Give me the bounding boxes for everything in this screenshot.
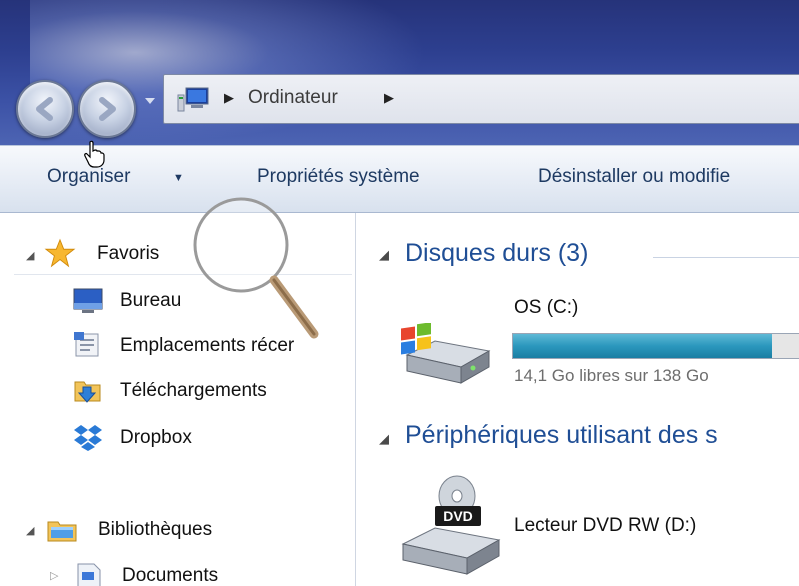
recent-pages-dropdown-icon[interactable] (143, 94, 157, 108)
uninstall-program-button[interactable]: Désinstaller ou modifie (538, 166, 730, 188)
downloads-folder-icon (74, 381, 101, 403)
organiser-button[interactable]: Organiser (47, 166, 130, 188)
dvd-drive-label: Lecteur DVD RW (D:) (514, 515, 697, 536)
drive-c-item[interactable]: OS (C:) 14,1 Go libres sur 138 Go (357, 283, 799, 393)
command-bar: Organiser ▼ Propriétés système Désinstal… (0, 145, 799, 213)
drive-c-free-space: 14,1 Go libres sur 138 Go (514, 366, 709, 385)
nav-item-dropbox[interactable]: Dropbox (72, 418, 352, 458)
nav-item-bureau[interactable]: Bureau (72, 281, 352, 321)
content-pane: ◢ Disques durs (3) OS (C:) 14,1 Go libre… (357, 213, 799, 586)
collapse-arrow-icon[interactable]: ◢ (26, 249, 34, 262)
nav-item-label: Emplacements récer (120, 335, 295, 356)
hand-cursor-icon (84, 140, 105, 168)
breadcrumb-separator-icon[interactable]: ▶ (384, 91, 394, 106)
documents-icon (77, 563, 101, 586)
hard-drive-windows-icon (401, 323, 491, 384)
nav-favoris-label: Favoris (97, 243, 160, 264)
address-bar[interactable]: ▶ Ordinateur ▶ (163, 74, 799, 124)
nav-item-emplacements-recents[interactable]: Emplacements récer (72, 326, 356, 366)
star-icon (44, 238, 76, 268)
nav-item-telechargements[interactable]: Téléchargements (72, 371, 352, 411)
computer-icon (177, 87, 209, 112)
forward-arrow-icon (99, 97, 116, 121)
group-heading-peripheriques[interactable]: Périphériques utilisant des s (405, 421, 718, 450)
nav-item-label: Bureau (120, 290, 182, 311)
dvd-drive-icon: DVD (401, 475, 501, 575)
collapse-arrow-icon[interactable]: ◢ (26, 524, 34, 537)
forward-button[interactable] (78, 80, 136, 138)
dvd-drive-item[interactable]: DVD Lecteur DVD RW (D:) (357, 468, 799, 586)
breadcrumb-separator-icon[interactable]: ▶ (224, 91, 234, 106)
desktop-icon (73, 288, 103, 313)
group-collapse-arrow-icon[interactable]: ◢ (379, 247, 389, 263)
back-arrow-icon (36, 97, 53, 121)
recent-places-icon (74, 332, 99, 357)
drive-c-label: OS (C:) (514, 297, 579, 318)
breadcrumb-ordinateur[interactable]: Ordinateur (248, 87, 338, 109)
group-collapse-arrow-icon[interactable]: ◢ (379, 431, 389, 447)
nav-item-label: Téléchargements (120, 380, 267, 401)
libraries-icon (47, 521, 77, 542)
back-button[interactable] (16, 80, 74, 138)
nav-item-label: Dropbox (120, 427, 192, 448)
window-titlebar: ▶ Ordinateur ▶ (0, 0, 799, 145)
nav-favoris[interactable]: ◢ Favoris (14, 235, 352, 275)
nav-item-label: Documents (122, 565, 219, 586)
group-divider (653, 257, 799, 258)
system-properties-button[interactable]: Propriétés système (257, 166, 420, 188)
expand-arrow-icon[interactable]: ▷ (50, 569, 58, 582)
nav-item-documents[interactable]: ▷ Documents (50, 556, 352, 586)
dvd-badge: DVD (443, 508, 473, 524)
nav-bibliotheques-label: Bibliothèques (98, 519, 213, 540)
dropbox-icon (74, 425, 102, 451)
group-heading-disques-durs[interactable]: Disques durs (3) (405, 239, 588, 268)
navigation-pane: ◢ Favoris Bureau Emplacements récer Télé… (0, 213, 356, 586)
drive-c-usage-fill (513, 334, 773, 358)
drive-c-usage-bar (512, 333, 799, 359)
chevron-down-icon[interactable]: ▼ (173, 172, 184, 184)
nav-bibliotheques[interactable]: ◢ Bibliothèques (26, 510, 352, 550)
